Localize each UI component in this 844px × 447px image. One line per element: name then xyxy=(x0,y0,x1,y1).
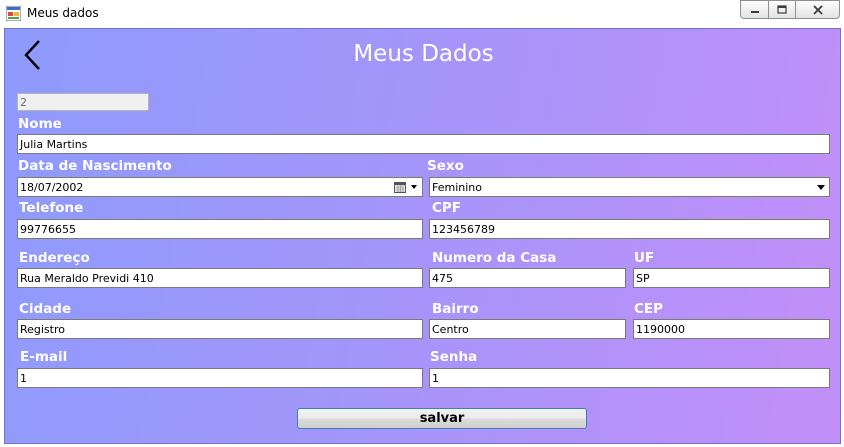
close-icon xyxy=(812,4,823,15)
minimize-button[interactable] xyxy=(740,0,768,19)
endereco-input[interactable]: Rua Meraldo Previdi 410 xyxy=(17,268,423,288)
save-button[interactable]: salvar xyxy=(297,408,587,429)
maximize-icon xyxy=(777,5,787,14)
bairro-label: Bairro xyxy=(432,301,479,317)
uf-input[interactable]: SP xyxy=(633,268,830,288)
maximize-button[interactable] xyxy=(768,0,795,19)
senha-label: Senha xyxy=(430,349,478,365)
cpf-input[interactable]: 123456789 xyxy=(429,219,830,239)
nome-label: Nome xyxy=(18,116,62,132)
id-field: 2 xyxy=(17,93,149,111)
sexo-value: Feminino xyxy=(432,181,482,194)
endereco-label: Endereço xyxy=(19,250,90,266)
data-nascimento-label: Data de Nascimento xyxy=(18,158,172,174)
sexo-label: Sexo xyxy=(427,158,464,174)
page-title: Meus Dados xyxy=(353,41,494,67)
cidade-input[interactable]: Registro xyxy=(17,319,423,339)
window-controls xyxy=(740,0,840,19)
numero-casa-input[interactable]: 475 xyxy=(429,268,626,288)
chevron-down-icon xyxy=(817,185,825,190)
telefone-input[interactable]: 99776655 xyxy=(17,219,423,239)
window-title: Meus dados xyxy=(27,6,99,20)
cep-label: CEP xyxy=(634,301,664,317)
cpf-label: CPF xyxy=(432,200,462,216)
email-input[interactable]: 1 xyxy=(17,368,423,388)
email-label: E-mail xyxy=(20,349,68,365)
bairro-input[interactable]: Centro xyxy=(429,319,626,339)
cep-input[interactable]: 1190000 xyxy=(633,319,830,339)
telefone-label: Telefone xyxy=(19,200,84,216)
numero-casa-label: Numero da Casa xyxy=(432,250,557,266)
sexo-select[interactable]: Feminino xyxy=(429,177,830,197)
form-panel: Meus Dados 2 Nome Julia Martins Data de … xyxy=(4,28,841,444)
window-titlebar: Meus dados xyxy=(0,0,844,28)
app-icon xyxy=(6,6,21,21)
cidade-label: Cidade xyxy=(19,301,72,317)
close-button[interactable] xyxy=(795,0,840,19)
senha-input[interactable]: 1 xyxy=(429,368,830,388)
nome-input[interactable]: Julia Martins xyxy=(17,134,830,154)
data-nascimento-picker[interactable]: 18/07/2002 xyxy=(17,177,423,197)
minimize-icon xyxy=(750,10,759,13)
calendar-icon xyxy=(394,182,406,193)
chevron-down-icon xyxy=(411,185,417,189)
uf-label: UF xyxy=(634,250,655,266)
data-nascimento-value: 18/07/2002 xyxy=(20,181,84,194)
